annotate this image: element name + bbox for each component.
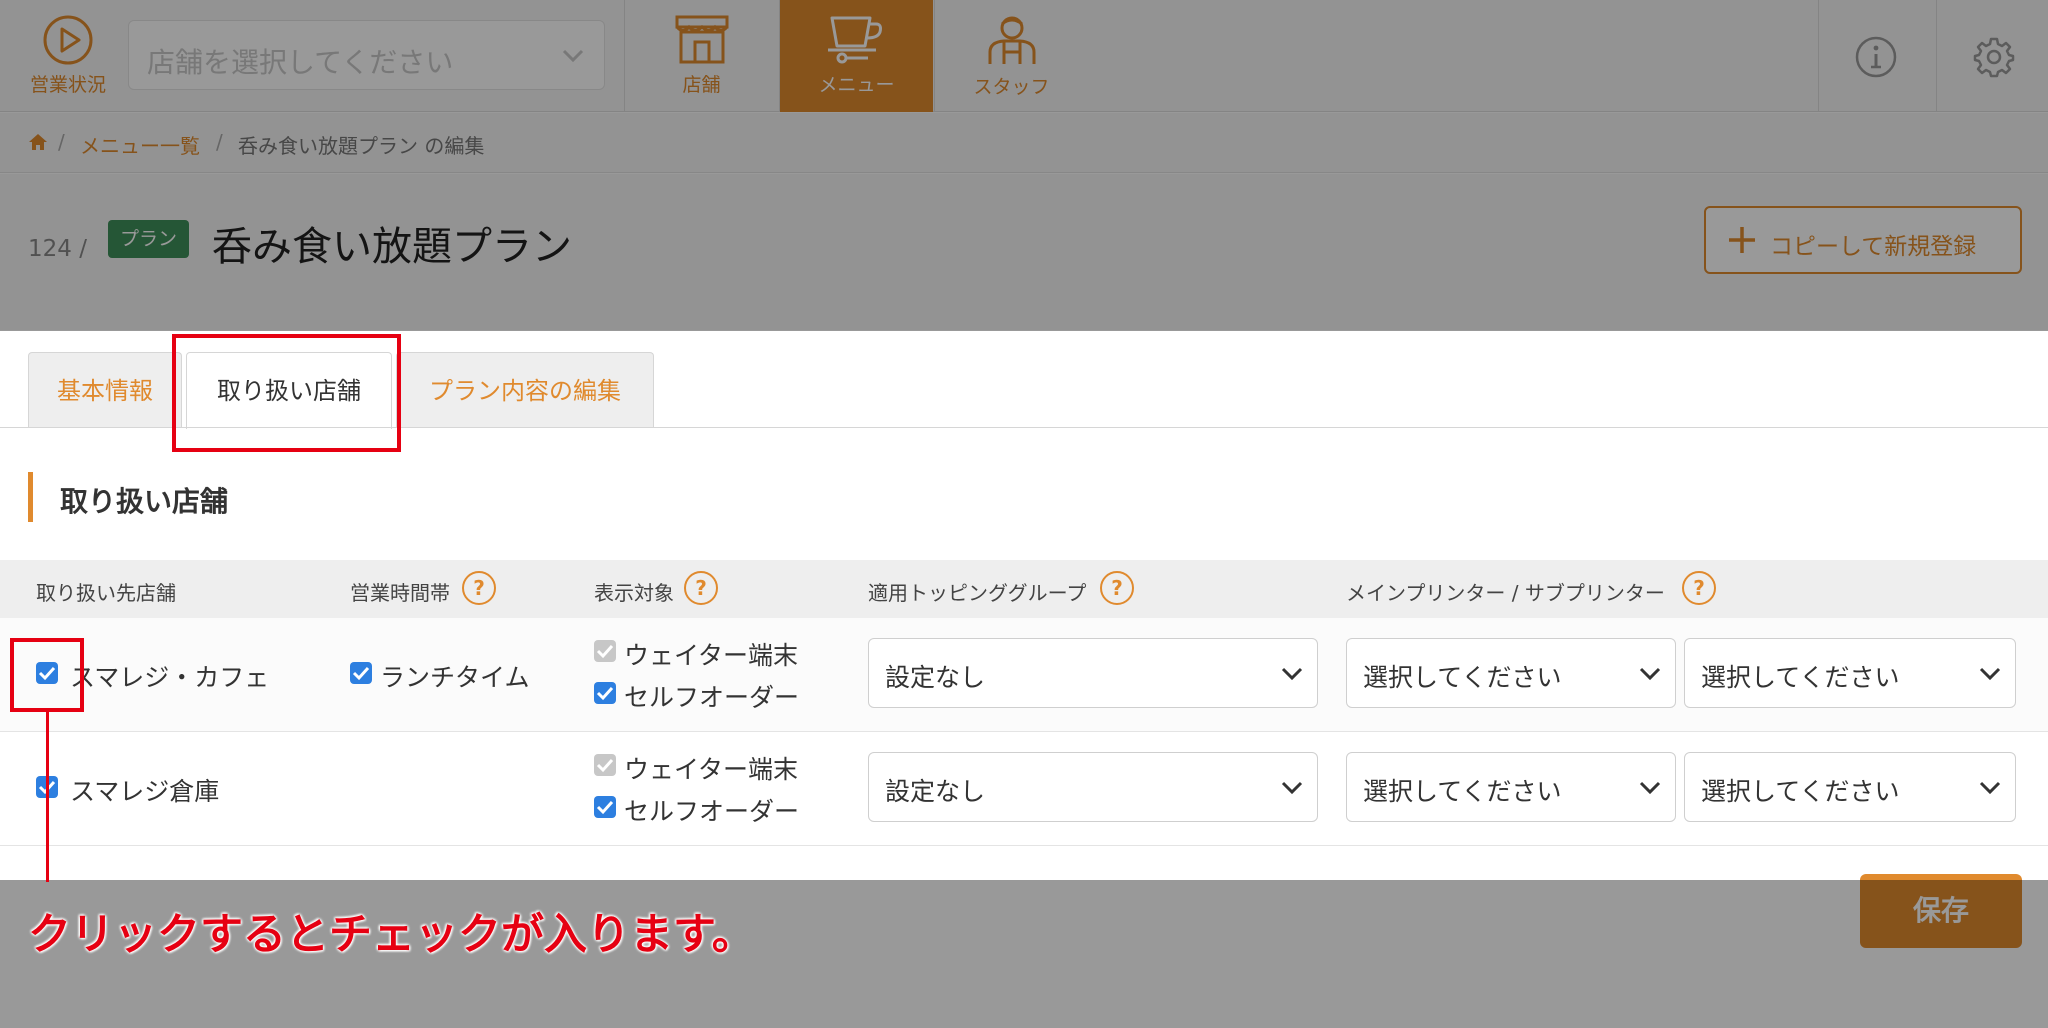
sub-printer-select[interactable]: 選択してください [1684,752,2016,822]
target-self-order-label: セルフオーダー [624,683,800,712]
topping-group-value: 設定なし [885,663,986,692]
column-header-topping-group: 適用トッピンググループ [868,581,1087,605]
main-printer-value: 選択してください [1363,663,1562,692]
target-checkbox-waiter [594,640,616,662]
main-printer-value: 選択してください [1363,777,1562,806]
tab-basic-info[interactable]: 基本情報 [28,352,182,428]
sub-printer-value: 選択してください [1701,777,1900,806]
annotation-text: クリックするとチェックが入ります。 [28,910,755,960]
target-waiter-label: ウェイター端末 [624,755,799,784]
help-icon[interactable]: ? [1682,571,1716,605]
column-header-store: 取り扱い先店舗 [36,581,176,605]
chevron-down-icon [1979,667,2001,681]
chevron-down-icon [1639,667,1661,681]
topping-group-value: 設定なし [885,777,986,806]
store-name: スマレジ倉庫 [70,777,220,806]
section-title: 取り扱い店舗 [60,485,229,518]
store-name: スマレジ・カフェ [70,663,270,692]
chevron-down-icon [1281,667,1303,681]
column-header-business-hours: 営業時間帯 [350,581,450,605]
check-icon [596,758,614,773]
business-hours-checkbox[interactable] [350,662,372,684]
target-waiter-label: ウェイター端末 [624,641,799,670]
sub-printer-select[interactable]: 選択してください [1684,638,2016,708]
highlight-tab-handling-stores [172,334,401,452]
chevron-down-icon [1639,781,1661,795]
check-icon [596,686,614,701]
target-self-order-label: セルフオーダー [624,797,800,826]
main-printer-select[interactable]: 選択してください [1346,638,1676,708]
topping-group-select[interactable]: 設定なし [868,638,1318,708]
help-icon[interactable]: ? [1100,571,1134,605]
dim-overlay-top [0,0,2048,331]
table-row: スマレジ・カフェ ランチタイム ウェイター端末 セルフオーダー 設定なし 選択し… [0,618,2048,732]
help-icon[interactable]: ? [462,571,496,605]
table-row: スマレジ倉庫 ウェイター端末 セルフオーダー 設定なし 選択してください 選択し… [0,732,2048,846]
check-icon [596,800,614,815]
target-checkbox-waiter [594,754,616,776]
help-icon[interactable]: ? [684,571,718,605]
topping-group-select[interactable]: 設定なし [868,752,1318,822]
main-printer-select[interactable]: 選択してください [1346,752,1676,822]
column-header-printer: メインプリンター / サブプリンター [1346,581,1665,605]
annotation-pointer-line [46,710,49,882]
sub-printer-value: 選択してください [1701,663,1900,692]
check-icon [352,666,370,681]
chevron-down-icon [1281,781,1303,795]
highlight-store-checkbox [10,638,84,712]
table-header: 取り扱い先店舗 営業時間帯 ? 表示対象 ? 適用トッピンググループ ? メイン… [0,560,2048,618]
target-checkbox-self-order[interactable] [594,796,616,818]
target-checkbox-self-order[interactable] [594,682,616,704]
tab-plan-content[interactable]: プラン内容の編集 [396,352,654,428]
check-icon [596,644,614,659]
business-hours-name: ランチタイム [380,663,530,692]
column-header-display-target: 表示対象 [594,581,674,605]
chevron-down-icon [1979,781,2001,795]
section-accent-bar [28,472,33,522]
